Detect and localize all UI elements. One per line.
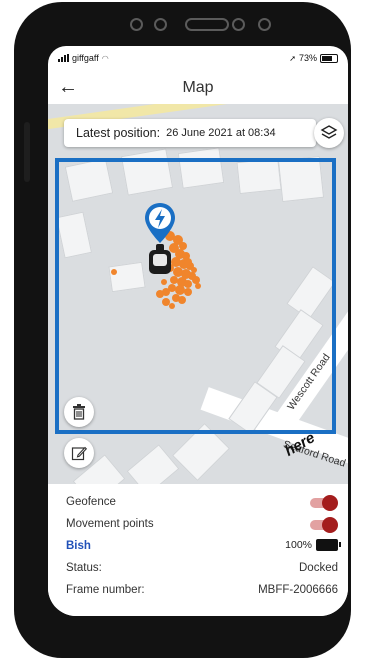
page-title: Map: [182, 79, 214, 96]
sensor-dot: [154, 18, 167, 31]
app-header: ← Map: [48, 74, 348, 104]
signal-icon: [58, 54, 69, 62]
status-right: ➚ 73%: [289, 53, 338, 63]
map-view[interactable]: Wescott Road Seaford Road here Latest po…: [48, 104, 348, 484]
latest-position-value: 26 June 2021 at 08:34: [166, 127, 276, 139]
camera-dot: [130, 18, 143, 31]
carrier-name: giffgaff: [72, 53, 99, 63]
movement-points-toggle[interactable]: [310, 517, 338, 533]
battery-icon: [320, 53, 338, 63]
trash-icon: [73, 404, 85, 420]
bike-info-panel: Geofence Movement points Bish 100% Statu…: [48, 484, 348, 616]
frame-number-value: MBFF-2006666: [258, 584, 338, 596]
speaker-grille: [185, 18, 229, 31]
sensor-dot: [232, 18, 245, 31]
movement-points-label: Movement points: [66, 518, 154, 530]
delete-geofence-button[interactable]: [64, 397, 94, 427]
latest-position-label: Latest position:: [76, 126, 161, 140]
edit-geofence-button[interactable]: [64, 438, 94, 468]
movement-row: Movement points: [66, 516, 338, 534]
location-arrow-icon: ➚: [289, 53, 296, 63]
geofence-label: Geofence: [66, 496, 116, 508]
bike-battery-percent: 100%: [285, 539, 312, 551]
status-label: Status:: [66, 562, 102, 574]
latest-position-card: Latest position: 26 June 2021 at 08:34: [64, 119, 316, 147]
bike-battery: 100%: [285, 539, 341, 551]
status-row: Status: Docked: [66, 560, 338, 578]
bike-row: Bish 100%: [66, 538, 341, 556]
status-bar: giffgaff ◠ ➚ 73%: [48, 46, 348, 68]
frame-number-label: Frame number:: [66, 584, 145, 596]
sensor-dot: [258, 18, 271, 31]
geofence-toggle[interactable]: [310, 495, 338, 511]
app-screen: giffgaff ◠ ➚ 73% ← Map Wescott Road Seaf…: [48, 46, 348, 616]
toggle-knob: [322, 517, 338, 533]
battery-icon: [316, 539, 341, 551]
layers-button[interactable]: [314, 118, 344, 148]
geofence-boundary: [55, 158, 336, 434]
wifi-icon: ◠: [101, 53, 109, 63]
layers-icon: [320, 125, 338, 139]
geofence-row: Geofence: [66, 494, 338, 512]
carrier-group: giffgaff ◠: [58, 53, 109, 63]
toggle-knob: [322, 495, 338, 511]
battery-percent: 73%: [298, 53, 317, 63]
phone-frame: giffgaff ◠ ➚ 73% ← Map Wescott Road Seaf…: [14, 2, 351, 658]
bike-name[interactable]: Bish: [66, 540, 91, 552]
phone-side-button: [24, 122, 30, 182]
status-value: Docked: [299, 562, 338, 574]
edit-icon: [71, 446, 87, 461]
frame-number-row: Frame number: MBFF-2006666: [66, 582, 338, 600]
